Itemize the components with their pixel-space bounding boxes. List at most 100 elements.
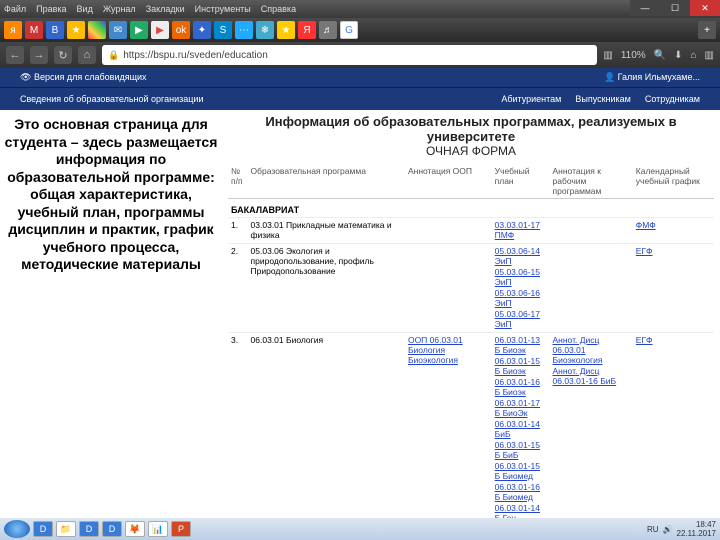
link[interactable]: ЕГФ [636, 335, 711, 345]
download-icon[interactable]: ⬇ [674, 50, 682, 61]
search-icon[interactable]: 🔍 [654, 50, 666, 61]
annotation-callout: Это основная страница для студента – зде… [0, 110, 222, 540]
bookmark-icon[interactable]: S [214, 21, 232, 39]
zoom-level[interactable]: 110% [621, 50, 646, 61]
new-tab-button[interactable]: + [698, 21, 716, 39]
col-header: Календарный учебный график [633, 164, 714, 199]
col-header: Образовательная программа [248, 164, 405, 199]
window-controls: — ☐ ✕ [630, 0, 720, 16]
menu-view[interactable]: Вид [77, 4, 93, 14]
link[interactable]: 06.03.01-15 Б Биомед [495, 461, 547, 481]
reader-icon[interactable]: ▥ [603, 50, 612, 61]
task-item[interactable]: P [171, 521, 191, 537]
site-nav: Сведения об образовательной организации … [0, 88, 720, 110]
task-item[interactable]: D [79, 521, 99, 537]
table-row: 2.05.03.06 Экология и природопользование… [228, 244, 714, 333]
tray-date[interactable]: 22.11.2017 [677, 529, 716, 538]
bookmarks-toolbar: я M В ★ ✉ ▶ ▶ ok ✦ S ⋯ ❄ ★ Я ♬ G + [0, 18, 720, 42]
windows-taskbar: D 📁 D D 🦊 📊 P RU 🔊 18:47 22.11.2017 [0, 518, 720, 540]
home-button[interactable]: ⌂ [78, 46, 96, 64]
link[interactable]: 05.03.06-16 ЭиП [495, 288, 547, 308]
bookmark-icon[interactable]: ❄ [256, 21, 274, 39]
col-header: Аннотация к рабочим программам [550, 164, 633, 199]
link[interactable]: 06.03.01-13 Б Биоэк [495, 335, 547, 355]
task-item[interactable]: 📊 [148, 521, 168, 537]
page-title: Информация об образовательных программах… [228, 114, 714, 144]
bookmark-icon[interactable]: ok [172, 21, 190, 39]
nav-applicants[interactable]: Абитуриентам [501, 94, 561, 104]
page-content: Это основная страница для студента – зде… [0, 110, 720, 540]
link[interactable]: 06.03.01-15 Б Биоэк [495, 356, 547, 376]
bookmark-icon[interactable]: ⋯ [235, 21, 253, 39]
library-icon[interactable]: ▥ [705, 50, 714, 61]
menu-bookmarks[interactable]: Закладки [146, 4, 185, 14]
minimize-button[interactable]: — [630, 0, 660, 16]
bookmark-icon[interactable]: ✦ [193, 21, 211, 39]
bookmark-icon[interactable]: ★ [277, 21, 295, 39]
browser-menubar: Файл Правка Вид Журнал Закладки Инструме… [0, 0, 720, 18]
link[interactable]: 05.03.06-14 ЭиП [495, 246, 547, 266]
link[interactable]: ЕГФ [636, 246, 711, 256]
tray-time[interactable]: 18:47 [677, 520, 716, 529]
bookmark-icon[interactable]: я [4, 21, 22, 39]
menu-edit[interactable]: Правка [36, 4, 66, 14]
task-item[interactable]: D [102, 521, 122, 537]
avatar-icon: 👤 [604, 72, 615, 82]
forward-button[interactable]: → [30, 46, 48, 64]
nav-about[interactable]: Сведения об образовательной организации [20, 94, 203, 104]
link[interactable]: 06.03.01-17 Б БиоЭк [495, 398, 547, 418]
menu-tools[interactable]: Инструменты [195, 4, 251, 14]
programs-table: № п/пОбразовательная программаАннотация … [228, 164, 714, 527]
address-bar: ← → ↻ ⌂ 🔒 https://bspu.ru/sveden/educati… [0, 42, 720, 68]
bookmark-icon[interactable]: В [46, 21, 64, 39]
back-button[interactable]: ← [6, 46, 24, 64]
bookmark-icon[interactable]: G [340, 21, 358, 39]
bookmark-icon[interactable]: ▶ [151, 21, 169, 39]
menu-history[interactable]: Журнал [103, 4, 136, 14]
link[interactable]: 06.03.01-15 Б БиБ [495, 440, 547, 460]
link[interactable]: 06.03.01-16 Б Биоэк [495, 377, 547, 397]
link[interactable]: Аннот. Дисц 06.03.01 Биоэкология [553, 335, 630, 365]
a11y-link[interactable]: Версия для слабовидящих [34, 72, 147, 82]
link[interactable]: 05.03.06-17 ЭиП [495, 309, 547, 329]
link[interactable]: 06.03.01-16 Б Биомед [495, 482, 547, 502]
col-header: Учебный план [492, 164, 550, 199]
bookmark-icon[interactable]: ✉ [109, 21, 127, 39]
maximize-button[interactable]: ☐ [660, 0, 690, 16]
table-row: 1.03.03.01 Прикладные математика и физик… [228, 218, 714, 244]
link[interactable]: 03.03.01-17 ПМФ [495, 220, 547, 240]
start-button[interactable] [4, 520, 30, 538]
nav-graduates[interactable]: Выпускникам [575, 94, 631, 104]
task-item[interactable]: D [33, 521, 53, 537]
nav-staff[interactable]: Сотрудникам [645, 94, 700, 104]
url-text: https://bspu.ru/sveden/education [123, 50, 268, 61]
bookmark-icon[interactable]: ▶ [130, 21, 148, 39]
task-item[interactable]: 📁 [56, 521, 76, 537]
bookmark-icon[interactable] [88, 21, 106, 39]
tray-lang[interactable]: RU [647, 525, 659, 534]
tray-volume-icon[interactable]: 🔊 [663, 525, 673, 534]
close-button[interactable]: ✕ [690, 0, 720, 16]
menu-file[interactable]: Файл [4, 4, 26, 14]
bookmark-icon[interactable]: ♬ [319, 21, 337, 39]
reload-button[interactable]: ↻ [54, 46, 72, 64]
home-icon[interactable]: ⌂ [691, 50, 697, 61]
link[interactable]: 05.03.06-15 ЭиП [495, 267, 547, 287]
user-name[interactable]: Галия Ильмухаме... [618, 72, 700, 82]
link[interactable]: ООП 06.03.01 Биология Биоэкология [408, 335, 489, 365]
bookmark-icon[interactable]: M [25, 21, 43, 39]
eye-icon: 👁 [20, 72, 31, 82]
page-subtitle: ОЧНАЯ ФОРМА [228, 144, 714, 158]
bookmark-icon[interactable]: Я [298, 21, 316, 39]
link[interactable]: 06.03.01-14 БиБ [495, 419, 547, 439]
main-panel: Информация об образовательных программах… [222, 110, 720, 540]
site-topbar: 👁 Версия для слабовидящих 👤 Галия Ильмух… [0, 68, 720, 88]
link[interactable]: ФМФ [636, 220, 711, 230]
link[interactable]: Аннот. Дисц 06.03.01-16 БиБ [553, 366, 630, 386]
url-input[interactable]: 🔒 https://bspu.ru/sveden/education [102, 45, 597, 65]
task-item[interactable]: 🦊 [125, 521, 145, 537]
col-header: № п/п [228, 164, 248, 199]
menu-help[interactable]: Справка [261, 4, 296, 14]
col-header: Аннотация ООП [405, 164, 492, 199]
bookmark-icon[interactable]: ★ [67, 21, 85, 39]
